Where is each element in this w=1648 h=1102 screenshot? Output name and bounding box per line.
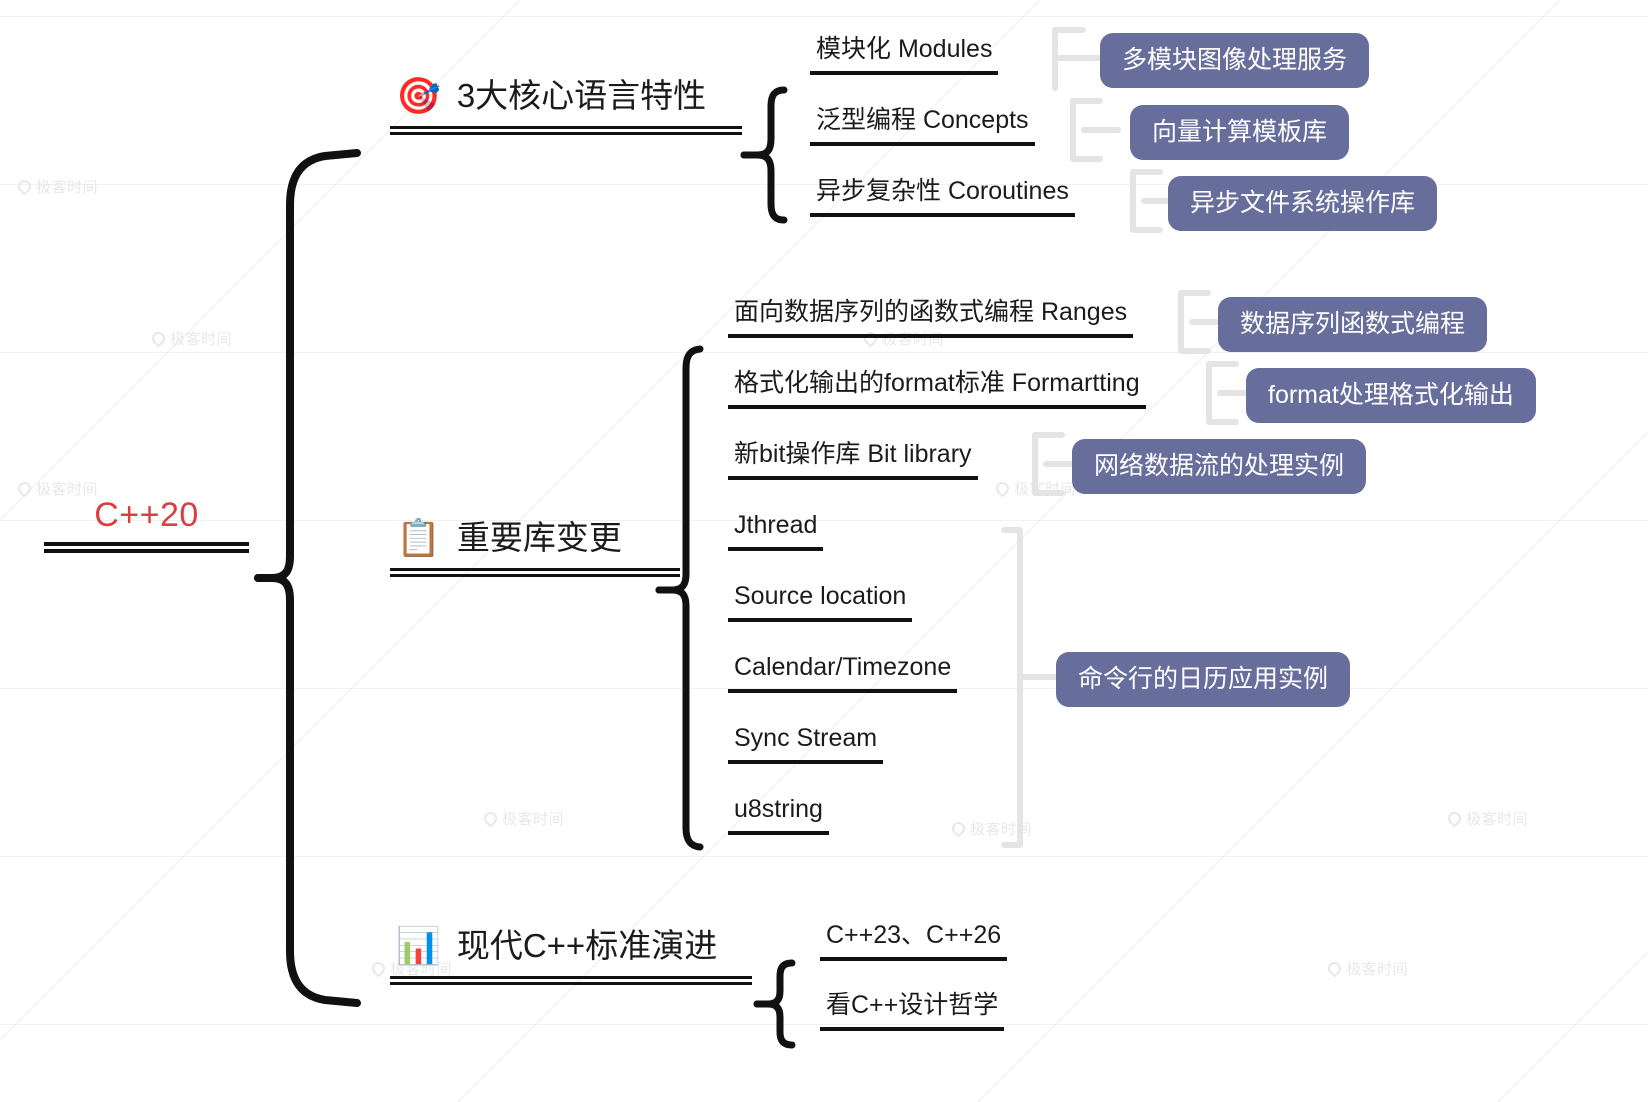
branch-modern-cpp-evolution[interactable]: 📊 现代C++标准演进 xyxy=(390,925,752,986)
badge-bracket-2-1 xyxy=(1178,290,1211,354)
leaf-u8string[interactable]: u8string xyxy=(728,794,829,836)
watermark: 极客时间 xyxy=(15,478,99,499)
location-pin-icon xyxy=(149,329,168,348)
root-underline xyxy=(44,542,249,553)
watermark: 极客时间 xyxy=(1445,808,1529,829)
leaf-cpp23-cpp26[interactable]: C++23、C++26 xyxy=(820,920,1008,962)
branch-library-changes[interactable]: 📋 重要库变更 xyxy=(390,517,680,578)
badge-bracket-2-2 xyxy=(1206,361,1239,425)
leaf-formatting[interactable]: 格式化输出的format标准 Formartting xyxy=(728,368,1146,410)
watermark: 极客时间 xyxy=(481,808,565,829)
location-pin-icon xyxy=(15,479,34,498)
branch-core-language-features[interactable]: 🎯 3大核心语言特性 xyxy=(390,75,742,136)
location-pin-icon xyxy=(993,479,1012,498)
leaf-label: Source location xyxy=(728,581,913,623)
branch-header: 📊 现代C++标准演进 xyxy=(390,925,752,967)
branch3-brace-lower xyxy=(753,1000,796,1049)
branch-underline xyxy=(390,126,742,136)
badge-bracket-1-2 xyxy=(1070,98,1103,162)
leaf-label: 面向数据序列的函数式编程 Ranges xyxy=(728,297,1134,339)
watermark: 极客时间 xyxy=(949,818,1033,839)
location-pin-icon xyxy=(1325,959,1344,978)
leaf-label: 泛型编程 Concepts xyxy=(810,105,1035,147)
watermark-label: 极客时间 xyxy=(170,331,233,348)
leaf-label: u8string xyxy=(728,794,829,836)
bar-chart-icon: 📊 xyxy=(396,925,441,967)
branch-title: 现代C++标准演进 xyxy=(456,927,718,964)
leaf-label: 异步复杂性 Coroutines xyxy=(810,176,1075,218)
leaf-concepts[interactable]: 泛型编程 Concepts xyxy=(810,105,1035,147)
location-pin-icon xyxy=(369,959,388,978)
leaf-jthread[interactable]: Jthread xyxy=(728,510,824,552)
badge-format-output[interactable]: format处理格式化输出 xyxy=(1246,368,1536,423)
badge-vector-template-lib[interactable]: 向量计算模板库 xyxy=(1130,105,1350,160)
root-brace-middle xyxy=(254,574,361,1007)
branch-header: 🎯 3大核心语言特性 xyxy=(390,75,742,117)
badge-modules-service[interactable]: 多模块图像处理服务 xyxy=(1100,33,1370,88)
badge-cli-calendar-app[interactable]: 命令行的日历应用实例 xyxy=(1056,652,1351,707)
watermark: 极客时间 xyxy=(149,328,233,349)
branch-title: 重要库变更 xyxy=(456,519,622,556)
badge-bracket-2-3 xyxy=(1032,432,1065,496)
leaf-label: Sync Stream xyxy=(728,723,884,765)
watermark-label: 极客时间 xyxy=(36,179,99,196)
leaf-label: Jthread xyxy=(728,510,824,552)
branch-underline xyxy=(390,976,752,986)
branch1-brace xyxy=(740,86,788,159)
dart-target-icon: 🎯 xyxy=(396,75,441,117)
branch1-brace-lower xyxy=(740,151,788,224)
leaf-label: 模块化 Modules xyxy=(810,34,999,76)
root-brace xyxy=(254,149,361,582)
badge-bracket-1-1 xyxy=(1052,27,1086,91)
badge-async-fs-lib[interactable]: 异步文件系统操作库 xyxy=(1168,176,1438,231)
leaf-label: 看C++设计哲学 xyxy=(820,990,1005,1032)
leaf-label: C++23、C++26 xyxy=(820,920,1008,962)
location-pin-icon xyxy=(481,809,500,828)
branch-header: 📋 重要库变更 xyxy=(390,517,680,559)
mindmap-canvas: 极客时间 极客时间 极客时间 极客时间 极客时间 极客时间 极客时间 极客时间 极客时间 极客时间 xyxy=(0,0,1648,1102)
leaf-sync-stream[interactable]: Sync Stream xyxy=(728,723,884,765)
watermark-label: 极客时间 xyxy=(1346,961,1409,978)
badge-bracket-1-3 xyxy=(1130,169,1163,233)
watermark-label: 极客时间 xyxy=(970,821,1033,838)
leaf-calendar-timezone[interactable]: Calendar/Timezone xyxy=(728,652,958,694)
watermark-label: 极客时间 xyxy=(1466,811,1529,828)
leaf-label: 格式化输出的format标准 Formartting xyxy=(728,368,1146,410)
watermark-label: 极客时间 xyxy=(1014,481,1077,498)
leaf-label: Calendar/Timezone xyxy=(728,652,958,694)
branch3-brace xyxy=(753,959,796,1008)
badge-network-stream[interactable]: 网络数据流的处理实例 xyxy=(1072,439,1367,494)
leaf-source-location[interactable]: Source location xyxy=(728,581,913,623)
leaf-coroutines[interactable]: 异步复杂性 Coroutines xyxy=(810,176,1075,218)
location-pin-icon xyxy=(15,177,34,196)
leaf-ranges[interactable]: 面向数据序列的函数式编程 Ranges xyxy=(728,297,1134,339)
location-pin-icon xyxy=(949,819,968,838)
leaf-label: 新bit操作库 Bit library xyxy=(728,439,978,481)
watermark: 极客时间 xyxy=(15,176,99,197)
watermark-label: 极客时间 xyxy=(36,481,99,498)
watermark: 极客时间 xyxy=(993,478,1077,499)
leaf-modules[interactable]: 模块化 Modules xyxy=(810,34,999,76)
root-label: C++20 xyxy=(94,496,199,534)
clipboard-check-icon: 📋 xyxy=(396,517,441,559)
leaf-bit-library[interactable]: 新bit操作库 Bit library xyxy=(728,439,978,481)
location-pin-icon xyxy=(1445,809,1464,828)
branch-title: 3大核心语言特性 xyxy=(456,77,707,114)
branch2-brace-lower xyxy=(655,586,704,851)
leaf-design-philosophy[interactable]: 看C++设计哲学 xyxy=(820,990,1005,1032)
badge-ranges-functional[interactable]: 数据序列函数式编程 xyxy=(1218,297,1488,352)
root-node[interactable]: C++20 xyxy=(44,498,249,553)
watermark-label: 极客时间 xyxy=(502,811,565,828)
group-bracket-2 xyxy=(1001,527,1023,848)
watermark: 极客时间 xyxy=(1325,958,1409,979)
branch-underline xyxy=(390,568,680,578)
